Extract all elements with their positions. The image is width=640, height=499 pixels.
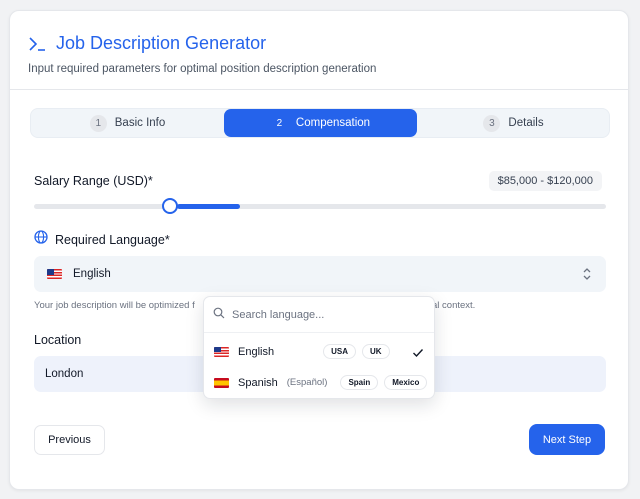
next-step-button[interactable]: Next Step [529, 424, 605, 455]
language-option-english[interactable]: English USA UK [214, 344, 390, 359]
step-tabs: 1 Basic Info 2 Compensation 3 Details [30, 108, 610, 138]
tab-details[interactable]: 3 Details [417, 109, 610, 137]
step-label: Details [508, 117, 544, 129]
header: Job Description Generator [28, 33, 266, 54]
region-tag: USA [323, 344, 356, 359]
salary-range-value-badge: $85,000 - $120,000 [488, 171, 602, 191]
page-title: Job Description Generator [56, 33, 267, 53]
region-tag: UK [361, 344, 390, 359]
option-native-name: (Español) [286, 377, 328, 388]
language-search-input[interactable]: Search language... [204, 297, 434, 333]
chevron-up-down-icon [582, 267, 592, 284]
search-placeholder: Search language... [232, 308, 325, 321]
step-label: Basic Info [114, 117, 166, 129]
check-icon [412, 345, 424, 363]
option-name: English [238, 345, 275, 358]
header-divider [10, 89, 628, 90]
option-name: Spanish [238, 376, 278, 389]
salary-slider-fill [177, 204, 240, 209]
salary-slider-track[interactable] [34, 204, 606, 209]
previous-button[interactable]: Previous [34, 425, 105, 455]
salary-slider-thumb[interactable] [162, 198, 178, 214]
salary-range-label: Salary Range (USD)* [34, 174, 153, 188]
step-number: 1 [89, 114, 107, 132]
form-card: Job Description Generator Input required… [9, 10, 629, 490]
language-dropdown: Search language... English USA UK Spanis… [203, 296, 435, 399]
language-label-row: Required Language* [34, 230, 170, 249]
language-option-spanish[interactable]: Spanish (Español) Spain Mexico [214, 375, 428, 390]
page-subtitle: Input required parameters for optimal po… [28, 63, 377, 75]
terminal-prompt-icon [28, 36, 48, 52]
language-selected-value: English [73, 268, 111, 280]
region-tag: Mexico [384, 375, 428, 390]
language-helper-text-end: al context. [432, 300, 476, 311]
us-flag-icon [214, 346, 229, 357]
search-icon [213, 306, 225, 324]
location-label: Location [34, 333, 82, 347]
step-number: 2 [276, 117, 283, 129]
tab-compensation[interactable]: 2 Compensation [224, 109, 417, 137]
language-helper-text: Your job description will be optimized f [34, 300, 195, 311]
step-number: 3 [483, 114, 501, 132]
tab-basic-info[interactable]: 1 Basic Info [31, 109, 224, 137]
us-flag-icon [47, 269, 62, 279]
region-tag: Spain [340, 375, 379, 390]
language-select[interactable]: English [34, 256, 606, 292]
spain-flag-icon [214, 377, 229, 388]
globe-icon [34, 230, 48, 249]
language-label: Required Language* [55, 232, 170, 247]
step-label: Compensation [295, 117, 371, 129]
